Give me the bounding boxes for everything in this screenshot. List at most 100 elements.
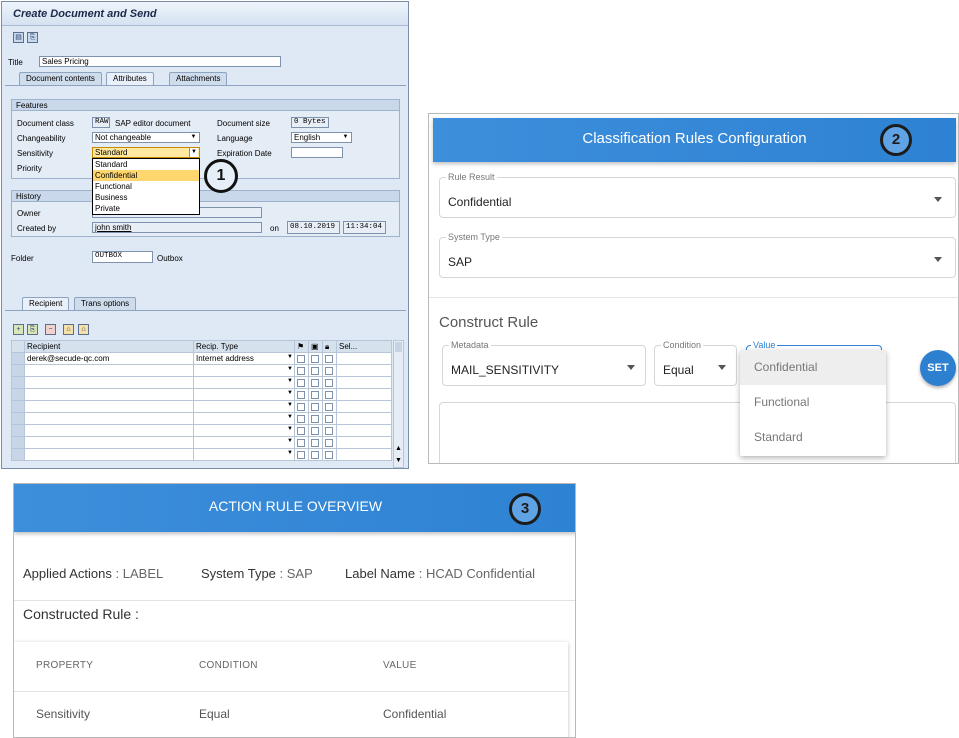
checkbox[interactable] <box>325 414 333 423</box>
attach-icon[interactable]: ⎘ <box>27 32 38 43</box>
recip-type-cell[interactable]: ▼ <box>193 388 295 401</box>
changeability-select[interactable]: Not changeable ▼ <box>92 132 200 143</box>
sel-cell[interactable] <box>336 352 392 365</box>
row-selector[interactable] <box>11 400 25 413</box>
sel-cell[interactable] <box>336 388 392 401</box>
tab-trans-options[interactable]: Trans options <box>74 297 137 310</box>
table-row[interactable]: ▼ <box>11 448 392 461</box>
option-checkbox[interactable] <box>294 376 309 389</box>
recip-type-cell[interactable]: ▼ <box>193 424 295 437</box>
option-checkbox[interactable] <box>322 424 337 437</box>
scroll-up-icon[interactable]: ▲ <box>394 445 403 455</box>
title-input[interactable]: Sales Pricing <box>39 56 281 67</box>
checkbox[interactable] <box>311 378 319 387</box>
row-selector[interactable] <box>11 388 25 401</box>
row-selector[interactable] <box>11 436 25 449</box>
checkbox[interactable] <box>325 438 333 447</box>
checkbox[interactable] <box>311 390 319 399</box>
option-checkbox[interactable] <box>308 448 323 461</box>
recip-type-cell[interactable]: ▼ <box>193 364 295 377</box>
checkbox[interactable] <box>325 378 333 387</box>
option-checkbox[interactable] <box>308 352 323 365</box>
system-type-select[interactable]: System Type SAP <box>439 232 956 278</box>
address-book-icon[interactable]: ⌂ <box>63 324 74 335</box>
table-row[interactable]: ▼ <box>11 376 392 389</box>
checkbox[interactable] <box>297 402 305 411</box>
checkbox[interactable] <box>325 354 333 363</box>
checkbox[interactable] <box>311 450 319 459</box>
row-selector[interactable] <box>11 352 25 365</box>
sensitivity-option-functional[interactable]: Functional <box>93 181 199 192</box>
option-checkbox[interactable] <box>294 424 309 437</box>
table-row[interactable]: derek@secude-qc.com Internet address ▼ <box>11 352 392 365</box>
sensitivity-option-private[interactable]: Private <box>93 203 199 214</box>
row-selector[interactable] <box>11 448 25 461</box>
grid-scrollbar[interactable]: ▲ ▼ <box>393 340 404 468</box>
row-selector[interactable] <box>11 424 25 437</box>
recipient-cell[interactable] <box>24 448 194 461</box>
checkbox[interactable] <box>297 378 305 387</box>
sel-cell[interactable] <box>336 364 392 377</box>
checkbox[interactable] <box>311 426 319 435</box>
sensitivity-select[interactable]: Standard ▼ <box>92 147 200 158</box>
recipient-cell[interactable] <box>24 436 194 449</box>
recipient-cell[interactable]: derek@secude-qc.com <box>24 352 194 365</box>
value-option-confidential[interactable]: Confidential <box>740 350 886 385</box>
recipient-cell[interactable] <box>24 400 194 413</box>
checkbox[interactable] <box>311 438 319 447</box>
value-option-functional[interactable]: Functional <box>740 385 886 420</box>
copy-row-icon[interactable]: ⎘ <box>27 324 38 335</box>
sel-cell[interactable] <box>336 424 392 437</box>
tab-recipient[interactable]: Recipient <box>22 297 70 310</box>
checkbox[interactable] <box>311 414 319 423</box>
recipient-cell[interactable] <box>24 388 194 401</box>
recip-type-cell[interactable]: ▼ <box>193 376 295 389</box>
set-button[interactable]: SET <box>920 350 956 386</box>
recip-type-cell[interactable]: Internet address ▼ <box>193 352 295 365</box>
recipient-cell[interactable] <box>24 412 194 425</box>
sensitivity-option-standard[interactable]: Standard <box>93 159 199 170</box>
table-row[interactable]: ▼ <box>11 436 392 449</box>
insert-row-icon[interactable]: + <box>13 324 24 335</box>
checkbox[interactable] <box>325 402 333 411</box>
chevron-down-icon[interactable]: ▼ <box>287 438 293 444</box>
value-option-standard[interactable]: Standard <box>740 420 886 455</box>
option-checkbox[interactable] <box>308 424 323 437</box>
save-icon[interactable]: ▤ <box>13 32 24 43</box>
option-checkbox[interactable] <box>294 388 309 401</box>
checkbox[interactable] <box>297 414 305 423</box>
checkbox[interactable] <box>325 366 333 375</box>
option-checkbox[interactable] <box>308 376 323 389</box>
option-checkbox[interactable] <box>322 448 337 461</box>
option-checkbox[interactable] <box>308 400 323 413</box>
checkbox[interactable] <box>297 354 305 363</box>
folder-input[interactable]: OUTBOX <box>92 251 153 263</box>
chevron-down-icon[interactable]: ▼ <box>287 450 293 456</box>
chevron-down-icon[interactable]: ▼ <box>287 354 293 360</box>
row-selector[interactable] <box>11 364 25 377</box>
chevron-down-icon[interactable]: ▼ <box>287 402 293 408</box>
table-row[interactable]: ▼ <box>11 424 392 437</box>
scroll-thumb[interactable] <box>395 342 402 352</box>
sensitivity-option-business[interactable]: Business <box>93 192 199 203</box>
checkbox[interactable] <box>297 390 305 399</box>
option-checkbox[interactable] <box>308 412 323 425</box>
recipient-cell[interactable] <box>24 376 194 389</box>
language-select[interactable]: English ▼ <box>291 132 352 143</box>
recipient-cell[interactable] <box>24 424 194 437</box>
checkbox[interactable] <box>311 354 319 363</box>
rule-result-select[interactable]: Rule Result Confidential <box>439 172 956 218</box>
option-checkbox[interactable] <box>322 436 337 449</box>
recip-type-cell[interactable]: ▼ <box>193 448 295 461</box>
checkbox[interactable] <box>311 366 319 375</box>
recip-type-cell[interactable]: ▼ <box>193 400 295 413</box>
table-row[interactable]: ▼ <box>11 412 392 425</box>
checkbox[interactable] <box>325 390 333 399</box>
delete-row-icon[interactable]: − <box>45 324 56 335</box>
tab-attachments[interactable]: Attachments <box>169 72 228 85</box>
option-checkbox[interactable] <box>322 388 337 401</box>
option-checkbox[interactable] <box>294 448 309 461</box>
checkbox[interactable] <box>297 438 305 447</box>
checkbox[interactable] <box>311 402 319 411</box>
table-row[interactable]: ▼ <box>11 400 392 413</box>
